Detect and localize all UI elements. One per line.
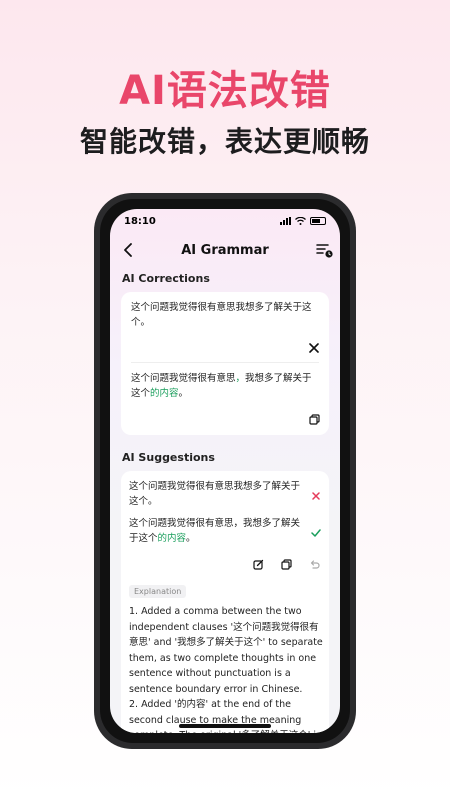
close-x-icon[interactable]: [307, 341, 321, 355]
reject-x-icon[interactable]: [309, 489, 323, 503]
signal-icon: [280, 217, 291, 225]
added-phrase: 的内容: [150, 388, 179, 399]
explanation-label: Explanation: [129, 585, 187, 598]
corrected-text-part: 这个问题我觉得很有意思: [131, 373, 236, 384]
suggested-text-part: 这个问题我觉得很有意思，我想多了解关于这个: [129, 518, 301, 544]
corrections-corrected-text: 这个问题我觉得很有意思，我想多了解关于这个的内容。: [131, 371, 319, 401]
corrected-text-part: 。: [178, 388, 189, 399]
explanation-text: 1. Added a comma between the two indepen…: [129, 606, 323, 733]
suggestion-corrected-text: 这个问题我觉得很有意思，我想多了解关于这个的内容。: [129, 516, 303, 546]
hero-title: AI语法改错: [119, 68, 331, 114]
corrections-original-text: 这个问题我觉得很有意思我想多了解关于这个。: [131, 302, 312, 328]
wifi-icon: [295, 217, 306, 225]
edit-icon[interactable]: [251, 557, 265, 571]
back-chevron-icon[interactable]: [118, 240, 138, 260]
phone-frame: 18:10 AI Grammar AI Corrections 这个问题我觉得很…: [94, 193, 356, 749]
app-screen: 18:10 AI Grammar AI Corrections 这个问题我觉得很…: [110, 209, 340, 733]
history-list-icon[interactable]: [314, 240, 334, 260]
card-divider: [131, 362, 319, 363]
nav-bar: AI Grammar: [110, 235, 340, 265]
suggestions-section-title: AI Suggestions: [122, 451, 215, 464]
corrections-section-title: AI Corrections: [122, 272, 210, 285]
suggestion-original-text: 这个问题我觉得很有意思我想多了解关于这个。: [129, 481, 301, 507]
undo-icon[interactable]: [307, 557, 321, 571]
copy-icon[interactable]: [279, 557, 293, 571]
hero-subtitle: 智能改错，表达更顺畅: [79, 125, 370, 158]
accept-check-icon[interactable]: [309, 526, 323, 540]
corrections-card: 这个问题我觉得很有意思我想多了解关于这个。 这个问题我觉得很有意思，我想多了解关…: [121, 292, 329, 435]
phone-bezel: 18:10 AI Grammar AI Corrections 这个问题我觉得很…: [100, 199, 350, 743]
home-indicator[interactable]: [179, 724, 271, 728]
copy-icon[interactable]: [307, 412, 321, 426]
nav-title: AI Grammar: [181, 242, 269, 258]
battery-icon: [310, 217, 326, 225]
added-comma: ，: [235, 373, 246, 384]
status-icons: [280, 217, 326, 225]
suggestions-card: 这个问题我觉得很有意思我想多了解关于这个。 这个问题我觉得很有意思，我想多了解关…: [121, 471, 329, 733]
suggested-text-part: 。: [186, 533, 196, 544]
suggested-added-phrase: 的内容: [157, 533, 187, 544]
status-time: 18:10: [124, 215, 156, 227]
status-bar: 18:10: [110, 209, 340, 233]
